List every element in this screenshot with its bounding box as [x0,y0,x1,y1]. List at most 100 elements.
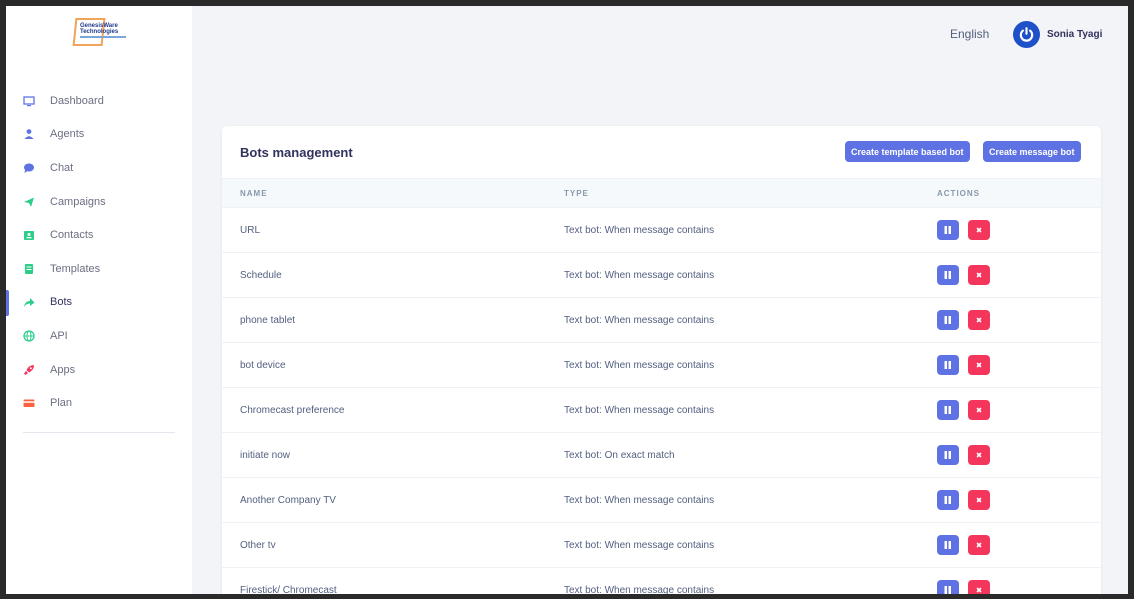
edit-icon [944,226,951,234]
bot-type: Text bot: When message contains [564,225,715,236]
sidebar-item-label: Dashboard [50,94,104,107]
close-icon [976,227,982,233]
sidebar-item-api[interactable]: API [6,319,192,353]
edit-icon [944,406,951,414]
bot-name: phone tablet [240,315,296,326]
edit-icon [944,361,951,369]
table-row: Schedule Text bot: When message contains [222,253,1101,298]
app-window: GenesisWare Technologies Dashboard Agents… [6,6,1128,594]
create-template-bot-button[interactable]: Create template based bot [845,141,970,162]
bot-name: Schedule [240,270,282,281]
bot-name: Another Company TV [240,495,336,506]
company-logo[interactable]: GenesisWare Technologies [72,18,128,48]
edit-icon [944,451,951,459]
bot-type: Text bot: When message contains [564,315,715,326]
close-icon [976,407,982,413]
sidebar-item-dashboard[interactable]: Dashboard [6,84,192,118]
edit-bot-button[interactable] [937,355,959,375]
sidebar-item-label: API [50,329,68,342]
create-message-bot-button[interactable]: Create message bot [983,141,1081,162]
sidebar-item-label: Campaigns [50,195,106,208]
sidebar-item-chat[interactable]: Chat [6,151,192,185]
bot-name: URL [240,225,261,236]
sidebar-item-agents[interactable]: Agents [6,118,192,152]
sidebar: GenesisWare Technologies Dashboard Agents… [6,6,192,594]
user-name: Sonia Tyagi [1047,29,1103,40]
sidebar-item-label: Plan [50,397,73,410]
sidebar-item-templates[interactable]: Templates [6,252,192,286]
edit-bot-button[interactable] [937,490,959,510]
delete-bot-button[interactable] [968,580,990,594]
delete-bot-button[interactable] [968,490,990,510]
sidebar-item-apps[interactable]: Apps [6,353,192,387]
sidebar-item-plan[interactable]: Plan [6,386,192,420]
chat-bubble-icon [23,162,35,174]
language-selector[interactable]: English [950,27,989,41]
sidebar-item-contacts[interactable]: Contacts [6,218,192,252]
edit-icon [944,541,951,549]
edit-bot-button[interactable] [937,220,959,240]
delete-bot-button[interactable] [968,265,990,285]
globe-icon [23,330,35,342]
bot-name: bot device [240,360,286,371]
bot-name: Chromecast preference [240,405,345,416]
bot-name: initiate now [240,450,291,461]
close-icon [976,272,982,278]
table-row: Firestick/ Chromecast Text bot: When mess… [222,568,1101,594]
paper-plane-icon [23,196,35,208]
sidebar-item-label: Apps [50,363,76,376]
close-icon [976,587,982,593]
sidebar-item-bots[interactable]: Bots [6,286,192,320]
power-icon [1019,27,1034,42]
bot-type: Text bot: When message contains [564,540,715,551]
table-row: Other tv Text bot: When message contains [222,523,1101,568]
sidebar-divider [23,432,175,433]
bot-type: Text bot: When message contains [564,495,715,506]
delete-bot-button[interactable] [968,355,990,375]
table-row: Chromecast preference Text bot: When mess… [222,388,1101,433]
sidebar-item-label: Contacts [50,229,94,242]
edit-icon [944,316,951,324]
avatar [1013,21,1040,48]
sidebar-item-label: Templates [50,262,101,275]
logo-text-line2: Technologies [80,29,119,35]
edit-bot-button[interactable] [937,445,959,465]
sidebar-nav: Dashboard Agents Chat Campaigns Contacts Temp… [6,84,192,420]
edit-bot-button[interactable] [937,310,959,330]
table-row: initiate now Text bot: On exact match [222,433,1101,478]
column-header-type: TYPE [564,189,589,198]
edit-bot-button[interactable] [937,265,959,285]
delete-bot-button[interactable] [968,310,990,330]
sidebar-item-label: Chat [50,161,74,174]
close-icon [976,317,982,323]
table-row: phone tablet Text bot: When message conta… [222,298,1101,343]
close-icon [976,362,982,368]
credit-card-icon [23,397,35,409]
close-icon [976,497,982,503]
bot-type: Text bot: When message contains [564,585,715,594]
column-header-actions: ACTIONS [937,189,980,198]
card-title: Bots management [240,145,353,160]
bot-type: Text bot: On exact match [564,450,675,461]
delete-bot-button[interactable] [968,535,990,555]
bot-type: Text bot: When message contains [564,405,715,416]
bot-name: Other tv [240,540,276,551]
edit-icon [944,271,951,279]
table-row: Another Company TV Text bot: When message… [222,478,1101,523]
delete-bot-button[interactable] [968,400,990,420]
close-icon [976,542,982,548]
table-row: URL Text bot: When message contains [222,208,1101,253]
edit-bot-button[interactable] [937,580,959,594]
edit-bot-button[interactable] [937,535,959,555]
edit-icon [944,496,951,504]
close-icon [976,452,982,458]
user-menu[interactable]: Sonia Tyagi [1013,21,1102,48]
edit-bot-button[interactable] [937,400,959,420]
table-header: NAME TYPE ACTIONS [222,178,1101,208]
bot-type: Text bot: When message contains [564,270,715,281]
table-row: bot device Text bot: When message contain… [222,343,1101,388]
bot-type: Text bot: When message contains [564,360,715,371]
sidebar-item-campaigns[interactable]: Campaigns [6,185,192,219]
delete-bot-button[interactable] [968,220,990,240]
delete-bot-button[interactable] [968,445,990,465]
